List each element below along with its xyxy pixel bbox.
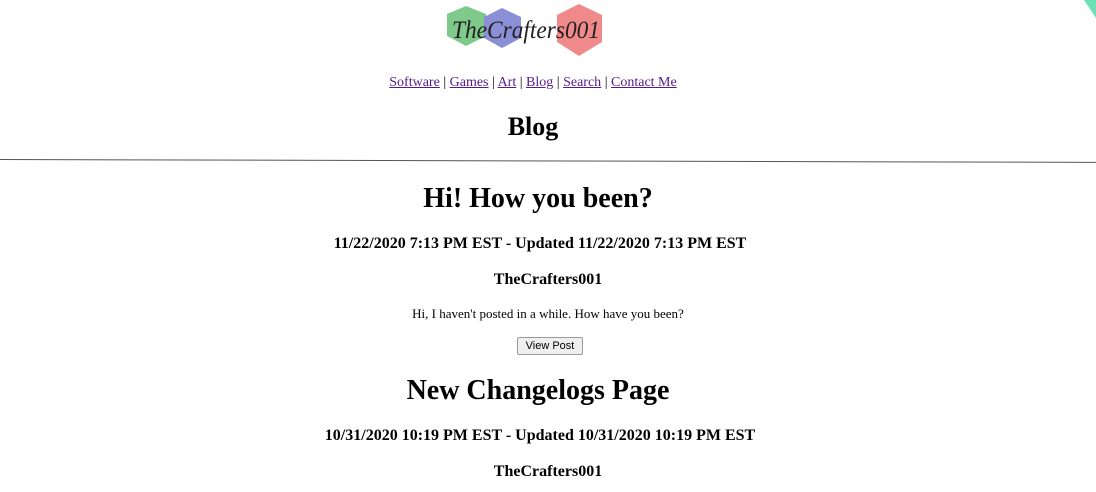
nav-link-games[interactable]: Games bbox=[450, 75, 489, 90]
nav-separator: | bbox=[519, 75, 523, 90]
logo-hexagons: TheCrafters001 bbox=[447, 4, 602, 56]
blog-page: TheCrafters001 Software | Games | Art | … bbox=[0, 0, 1096, 492]
nav-link-software[interactable]: Software bbox=[389, 75, 440, 90]
nav-link-art[interactable]: Art bbox=[498, 75, 517, 90]
post-excerpt: Hi, I haven't posted in a while. How hav… bbox=[412, 306, 684, 321]
view-post-button[interactable]: View Post bbox=[517, 337, 583, 355]
top-nav: Software | Games | Art | Blog | Search |… bbox=[0, 75, 1066, 91]
nav-link-blog[interactable]: Blog bbox=[526, 75, 553, 90]
nav-separator: | bbox=[604, 75, 608, 90]
nav-separator: | bbox=[443, 75, 447, 90]
corner-decoration bbox=[1074, 0, 1096, 22]
post-author: TheCrafters001 bbox=[493, 463, 603, 480]
post-date: 11/22/2020 7:13 PM EST - Updated 11/22/2… bbox=[333, 235, 747, 252]
nav-separator: | bbox=[492, 75, 495, 90]
nav-link-contact[interactable]: Contact Me bbox=[611, 75, 677, 90]
site-logo[interactable]: TheCrafters001 bbox=[444, 2, 604, 58]
logo-text: TheCrafters001 bbox=[452, 17, 600, 44]
nav-separator: | bbox=[556, 75, 560, 90]
post-title: Hi! How you been? bbox=[423, 183, 653, 214]
nav-link-search[interactable]: Search bbox=[563, 75, 601, 90]
page-title: Blog bbox=[507, 112, 559, 141]
post-title: New Changelogs Page bbox=[406, 375, 670, 406]
post-date: 10/31/2020 10:19 PM EST - Updated 10/31/… bbox=[324, 427, 756, 444]
header-divider bbox=[0, 159, 1096, 163]
post-author: TheCrafters001 bbox=[493, 271, 603, 288]
